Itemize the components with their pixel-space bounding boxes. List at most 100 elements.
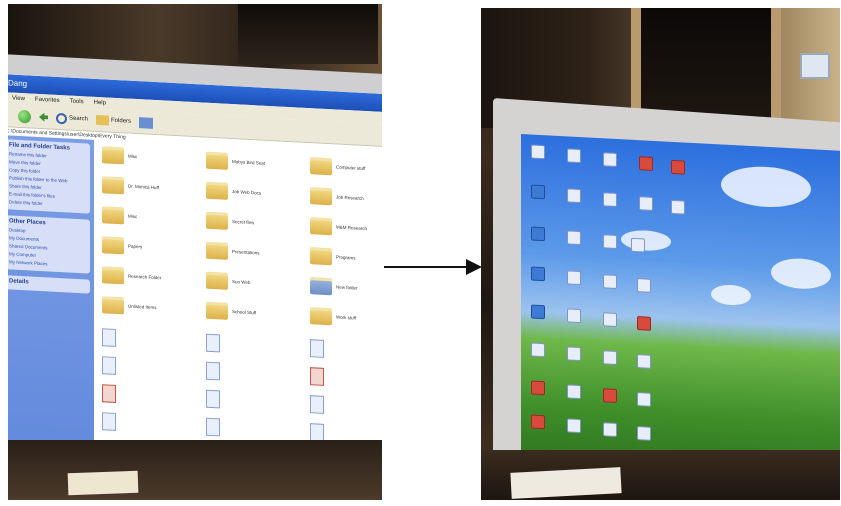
document-icon <box>206 333 220 353</box>
up-button[interactable] <box>39 112 48 121</box>
word-doc-icon[interactable] <box>671 199 685 215</box>
list-item[interactable]: School Stuff <box>206 301 256 322</box>
word-doc-icon[interactable] <box>603 312 617 328</box>
pdf-icon[interactable] <box>603 388 617 404</box>
list-item[interactable]: Work stuff <box>310 307 356 326</box>
list-item[interactable] <box>206 389 220 409</box>
list-item[interactable] <box>102 412 116 431</box>
list-item[interactable]: Dr. Monica Huff <box>102 176 159 196</box>
list-item[interactable]: Presentations <box>206 241 260 262</box>
back-button[interactable] <box>18 109 31 124</box>
list-item[interactable]: Unlisted Items <box>102 296 157 316</box>
list-item[interactable]: Misc <box>102 146 137 165</box>
word-doc-icon[interactable] <box>567 384 581 400</box>
word-doc-icon[interactable] <box>637 392 651 407</box>
list-item[interactable] <box>310 339 324 358</box>
word-doc-icon[interactable] <box>603 422 617 438</box>
list-item[interactable] <box>310 367 324 386</box>
menu-item-view[interactable]: View <box>12 93 25 106</box>
desktop-shortcut-icon[interactable] <box>531 144 545 160</box>
menu-item-tools[interactable]: Tools <box>70 96 84 109</box>
list-item[interactable] <box>102 356 116 375</box>
cloud <box>621 229 671 252</box>
menu-item-favorites[interactable]: Favorites <box>35 94 60 107</box>
list-item[interactable] <box>206 333 220 353</box>
folder-icon <box>310 187 332 206</box>
list-item[interactable] <box>310 395 324 414</box>
recycle-bin-icon[interactable] <box>531 304 545 320</box>
folder-icon <box>206 181 228 200</box>
folder-icon <box>206 301 228 320</box>
pdf-icon[interactable] <box>531 414 545 430</box>
word-doc-icon[interactable] <box>603 274 617 290</box>
desktop-shortcut-icon[interactable] <box>603 152 617 168</box>
word-doc-icon[interactable] <box>639 196 653 211</box>
task-pane: File and Folder Tasks Rename this folder… <box>8 135 94 474</box>
search-button[interactable]: Search <box>56 112 88 125</box>
folder-icon <box>310 157 332 176</box>
word-doc-icon[interactable] <box>567 230 581 246</box>
word-doc-icon[interactable] <box>637 354 651 369</box>
document-icon <box>310 339 324 358</box>
paper-note <box>67 470 139 496</box>
menu-item-help[interactable]: Help <box>94 97 106 110</box>
photo-before: Dang View Favorites Tools Help Search Fo… <box>8 4 382 500</box>
word-doc-icon[interactable] <box>531 342 545 358</box>
word-doc-icon[interactable] <box>567 346 581 362</box>
pdf-icon[interactable] <box>531 380 545 396</box>
list-item[interactable]: New folder <box>310 277 358 296</box>
folders-button[interactable]: Folders <box>96 114 131 127</box>
desktop-screen <box>521 134 840 491</box>
desktop-shortcut-icon[interactable] <box>567 148 581 164</box>
list-item[interactable] <box>102 328 116 347</box>
pdf-icon[interactable] <box>671 159 685 175</box>
document-icon <box>206 389 220 409</box>
word-doc-icon[interactable] <box>567 308 581 324</box>
word-doc-icon[interactable] <box>603 234 617 250</box>
list-item[interactable]: M&M Research <box>310 217 367 237</box>
internet-icon[interactable] <box>531 266 545 282</box>
document-icon <box>206 417 220 437</box>
cloud <box>771 257 831 291</box>
list-item[interactable]: Computer stuff <box>310 157 365 177</box>
list-item[interactable]: Programs <box>310 247 356 266</box>
word-doc-icon[interactable] <box>637 278 651 293</box>
list-item[interactable] <box>206 361 220 381</box>
folder-icon <box>310 307 332 326</box>
word-doc-icon[interactable] <box>603 350 617 366</box>
list-item[interactable] <box>102 384 116 403</box>
desk <box>8 440 382 500</box>
list-item[interactable]: Misc <box>102 206 137 225</box>
network-icon[interactable] <box>531 226 545 242</box>
views-button[interactable] <box>139 116 154 129</box>
document-icon <box>102 328 116 347</box>
list-item[interactable] <box>206 417 220 437</box>
wall-picture <box>800 53 830 79</box>
arrow-line <box>384 266 470 268</box>
pdf-icon <box>102 384 116 403</box>
pdf-icon[interactable] <box>639 156 653 171</box>
list-item[interactable]: Job Web Docs <box>206 181 261 202</box>
word-doc-icon[interactable] <box>567 418 581 434</box>
word-doc-icon[interactable] <box>603 192 617 208</box>
my-computer-icon[interactable] <box>531 184 545 200</box>
document-icon <box>102 356 116 375</box>
back-arrow-icon <box>18 109 31 124</box>
document-icon <box>310 395 324 414</box>
word-doc-icon[interactable] <box>631 237 645 253</box>
list-item[interactable]: Job Research <box>310 187 364 207</box>
folder-icon <box>206 271 228 290</box>
list-item[interactable]: Sun Web <box>206 271 250 291</box>
dark-window <box>238 4 378 64</box>
word-doc-icon[interactable] <box>567 188 581 204</box>
word-doc-icon[interactable] <box>567 270 581 286</box>
list-item[interactable]: Papers <box>102 236 142 255</box>
word-doc-icon[interactable] <box>637 426 651 441</box>
dark-window <box>631 8 781 118</box>
panel-title[interactable]: Details <box>9 278 87 288</box>
list-item[interactable]: Research Folder <box>102 266 161 286</box>
pdf-icon[interactable] <box>637 316 651 331</box>
list-item[interactable]: Mobys Bird Seat <box>206 151 265 172</box>
folder-icon <box>102 236 124 255</box>
list-item[interactable]: Secret files <box>206 211 254 232</box>
